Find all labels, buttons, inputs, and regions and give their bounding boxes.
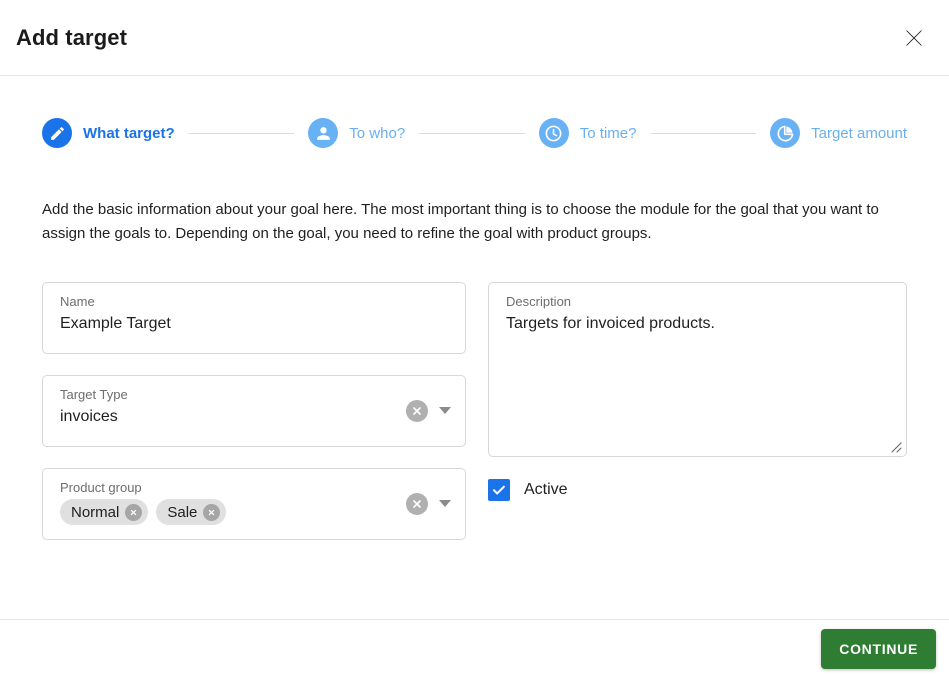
stepper: What target? To who? To time? Target amo…	[42, 118, 907, 148]
chip-normal[interactable]: Normal	[60, 499, 149, 526]
chevron-down-icon[interactable]	[439, 407, 451, 415]
step-connector-1	[188, 132, 295, 134]
step-to-time[interactable]: To time?	[538, 118, 637, 148]
target-type-field[interactable]: Target Type invoices	[42, 374, 466, 447]
step-label-target-amount: Target amount	[811, 124, 908, 142]
name-input[interactable]: Example Target	[60, 313, 450, 335]
chip-remove-icon	[129, 508, 138, 517]
name-field[interactable]: Name Example Target	[42, 281, 466, 354]
intro-text: Add the basic information about your goa…	[42, 201, 879, 243]
clear-circle-icon	[411, 405, 423, 417]
close-button[interactable]	[897, 21, 931, 55]
step-connector-3	[650, 132, 757, 134]
dialog-footer: CONTINUE	[0, 619, 949, 678]
product-group-chips: Normal Sale	[60, 499, 450, 526]
pencil-icon	[42, 118, 72, 148]
product-group-adornments	[406, 492, 451, 515]
product-group-label: Product group	[60, 479, 142, 495]
chip-label: Normal	[71, 503, 120, 521]
step-what-target[interactable]: What target?	[42, 118, 175, 148]
active-label: Active	[524, 480, 568, 498]
continue-button[interactable]: CONTINUE	[821, 629, 936, 669]
form-grid: Name Example Target Target Type invoices	[42, 281, 907, 540]
target-type-value[interactable]: invoices	[60, 406, 450, 428]
description-textarea[interactable]: Targets for invoiced products.	[506, 313, 891, 335]
step-label-what-target: What target?	[83, 124, 175, 142]
product-group-clear-button[interactable]	[406, 492, 428, 515]
page-title: Add target	[16, 24, 127, 50]
dialog-body: What target? To who? To time? Target amo…	[0, 76, 949, 619]
target-type-label: Target Type	[60, 386, 128, 402]
product-group-field[interactable]: Product group Normal Sale	[42, 467, 466, 540]
add-target-dialog: Add target What target? To who? To time?…	[0, 0, 949, 678]
name-field-label: Name	[60, 293, 95, 309]
chip-remove-button-normal[interactable]	[125, 503, 143, 521]
active-checkbox-row: Active	[488, 478, 907, 501]
step-connector-2	[419, 132, 525, 134]
clear-circle-icon	[411, 498, 423, 510]
step-target-amount[interactable]: Target amount	[770, 118, 907, 148]
target-type-clear-button[interactable]	[406, 399, 428, 422]
form-right-column: Description Targets for invoiced product…	[488, 281, 907, 540]
target-type-adornments	[406, 399, 451, 422]
description-label: Description	[506, 293, 572, 309]
chip-label: Sale	[167, 503, 198, 521]
pie-chart-icon	[770, 118, 801, 148]
chevron-down-icon[interactable]	[439, 500, 451, 508]
step-to-who[interactable]: To who?	[308, 118, 405, 148]
person-icon	[308, 118, 339, 148]
active-checkbox[interactable]	[488, 478, 510, 501]
chip-remove-icon	[207, 508, 216, 517]
chip-sale[interactable]: Sale	[156, 499, 227, 526]
clock-icon	[538, 118, 569, 148]
dialog-header: Add target	[0, 0, 949, 76]
form-left-column: Name Example Target Target Type invoices	[42, 281, 466, 540]
step-label-to-time: To time?	[579, 124, 637, 142]
close-icon	[904, 28, 924, 48]
description-field[interactable]: Description Targets for invoiced product…	[488, 281, 907, 457]
checkmark-icon	[491, 482, 507, 498]
resize-handle-icon[interactable]	[888, 439, 902, 453]
step-label-to-who: To who?	[349, 124, 406, 142]
chip-remove-button-sale[interactable]	[203, 503, 221, 521]
